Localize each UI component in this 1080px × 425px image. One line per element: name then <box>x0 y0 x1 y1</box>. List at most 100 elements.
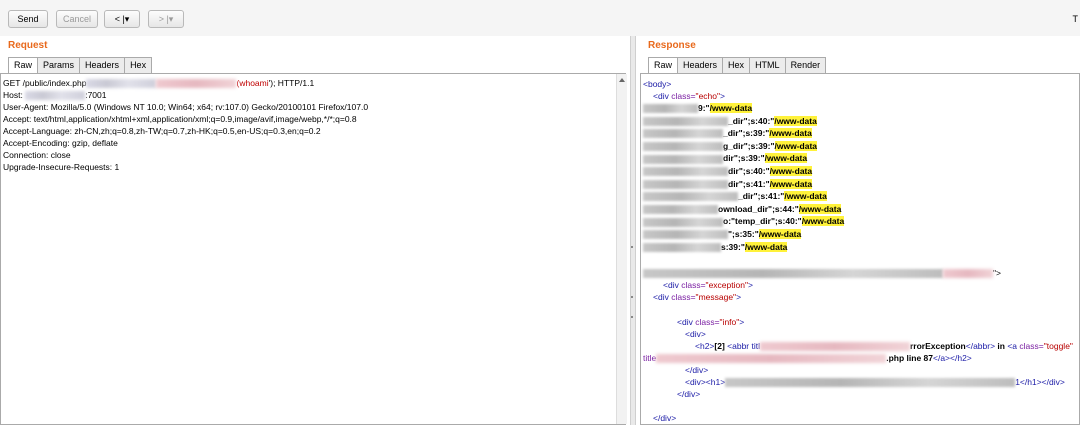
echo-key: dir";s:41:" <box>728 178 770 189</box>
info-div-line: <div class="info"> <box>677 316 744 328</box>
tag-text: <a <box>1007 341 1020 351</box>
request-line: GET /public/index.php (whoami'); HTTP/1.1 <box>3 77 314 89</box>
tab-hex[interactable]: Hex <box>124 57 153 73</box>
tab-raw[interactable]: Raw <box>648 57 679 73</box>
in-text: in <box>995 341 1008 351</box>
echo-key: ownload_dir";s:44:" <box>718 203 799 214</box>
request-title: Request <box>8 40 48 51</box>
redacted-block <box>156 79 237 89</box>
tag-text: > <box>736 292 742 302</box>
tag-text: 1</h1></div> <box>1015 377 1065 387</box>
tab-raw[interactable]: Raw <box>8 57 39 73</box>
target-label: T <box>1072 14 1079 24</box>
echo-key: ";s:35:" <box>728 229 759 239</box>
tab-hex[interactable]: Hex <box>722 57 751 73</box>
echo-value: /www-data <box>801 216 845 227</box>
echo-value: /www-data <box>784 191 827 202</box>
tab-html[interactable]: HTML <box>749 57 786 73</box>
echo-value: /www-data <box>769 128 812 139</box>
echo-key: g_dir";s:39:" <box>723 140 775 151</box>
div-close-line: </div> <box>685 364 708 376</box>
echo-row: dir";s:41:"/www-data <box>643 178 813 190</box>
payload-text: whoami <box>239 78 269 88</box>
send-button[interactable]: Send <box>8 10 48 28</box>
exception-div-line: <div class="exception"> <box>663 279 753 291</box>
echo-value: /www-data <box>774 115 817 126</box>
redacted-block <box>643 230 728 240</box>
tag-text: <div <box>677 317 696 327</box>
accept-line: Accept: text/html,application/xhtml+xml,… <box>3 114 357 124</box>
tag-text: > <box>720 91 725 101</box>
echo-value: /www-data <box>769 166 813 176</box>
tag-text: <div <box>653 91 672 101</box>
title-line: title .php line 87</a></h2> <box>643 352 972 364</box>
response-editor[interactable]: <body> <div class="echo"> 9:"/www-data _d… <box>640 73 1080 425</box>
echo-row: ";s:35:"/www-data <box>643 228 802 240</box>
redacted-block <box>725 378 1016 388</box>
request-path: GET /public/index.php <box>3 78 87 88</box>
echo-div-line: <div class="echo"> <box>653 90 725 102</box>
user-agent-line: User-Agent: Mozilla/5.0 (Windows NT 10.0… <box>3 102 369 112</box>
redacted-block <box>643 179 728 189</box>
value-text: "info" <box>719 317 740 327</box>
attr-text: class= <box>1019 341 1044 351</box>
value-text: "exception" <box>705 280 748 290</box>
redacted-block <box>643 104 698 114</box>
tag-text: </div> <box>677 389 701 399</box>
attr-text: class= <box>671 292 696 302</box>
request-editor[interactable]: GET /public/index.php (whoami'); HTTP/1.1… <box>0 73 626 425</box>
redacted-block <box>643 192 738 202</box>
echo-row: g_dir";s:39:"/www-data <box>643 140 818 152</box>
echo-key: _dir";s:39:" <box>723 128 770 139</box>
div-close-line: </div> <box>677 388 700 400</box>
back-button[interactable]: < |▾ <box>104 10 140 28</box>
error-code: [2] <box>714 341 725 351</box>
echo-row: _dir";s:39:"/www-data <box>643 127 812 139</box>
echo-key: dir";s:40:" <box>728 166 770 176</box>
tag-text: > <box>739 317 745 327</box>
redacted-line: "> <box>643 267 1001 279</box>
pane-divider[interactable] <box>630 36 636 425</box>
redacted-block <box>643 167 728 177</box>
request-protocol: '); HTTP/1.1 <box>268 78 315 88</box>
echo-row: 9:"/www-data <box>643 102 753 114</box>
grip-dot <box>631 296 633 298</box>
message-div-line: <div class="message"> <box>653 291 741 303</box>
redacted-block <box>643 154 723 164</box>
tag-text: </abbr> <box>965 341 996 351</box>
attr-text: class= <box>671 91 696 101</box>
request-scrollbar[interactable] <box>616 74 627 424</box>
div-close-line: </div> <box>653 412 676 424</box>
redacted-block <box>643 116 728 126</box>
scroll-up-icon[interactable] <box>619 78 625 82</box>
tag-text: <div <box>653 292 672 302</box>
echo-key: dir";s:39:" <box>723 153 765 164</box>
tab-params[interactable]: Params <box>37 57 81 73</box>
value-text: "toggle" <box>1043 341 1073 351</box>
echo-key: s:39:" <box>721 241 745 252</box>
value-text: "echo" <box>695 91 721 101</box>
cancel-button[interactable]: Cancel <box>56 10 98 28</box>
accept-encoding-line: Accept-Encoding: gzip, deflate <box>3 138 118 148</box>
tag-text: </h2> <box>950 353 972 363</box>
echo-row: ownload_dir";s:44:"/www-data <box>643 203 842 215</box>
echo-value: /www-data <box>764 153 808 164</box>
tag-text: <h2> <box>695 341 715 351</box>
host-line: Host: :7001 <box>3 89 106 101</box>
redacted-block <box>25 91 86 101</box>
attr-text: class= <box>681 280 706 290</box>
tab-headers[interactable]: Headers <box>677 57 724 73</box>
tab-headers[interactable]: Headers <box>79 57 126 73</box>
tag-text: </a> <box>933 353 951 363</box>
tab-render[interactable]: Render <box>784 57 827 73</box>
redacted-block <box>656 354 887 364</box>
forward-button[interactable]: > |▾ <box>148 10 184 28</box>
response-title: Response <box>648 40 696 51</box>
redacted-block <box>760 342 910 352</box>
redacted-block <box>643 129 723 139</box>
response-tabs: Raw Headers Hex HTML Render <box>648 57 827 73</box>
echo-row: dir";s:40:"/www-data <box>643 165 813 177</box>
echo-key: o:"temp_dir";s:40:" <box>723 216 802 227</box>
attr-text: title <box>643 353 657 363</box>
echo-value: /www-data <box>769 178 813 189</box>
